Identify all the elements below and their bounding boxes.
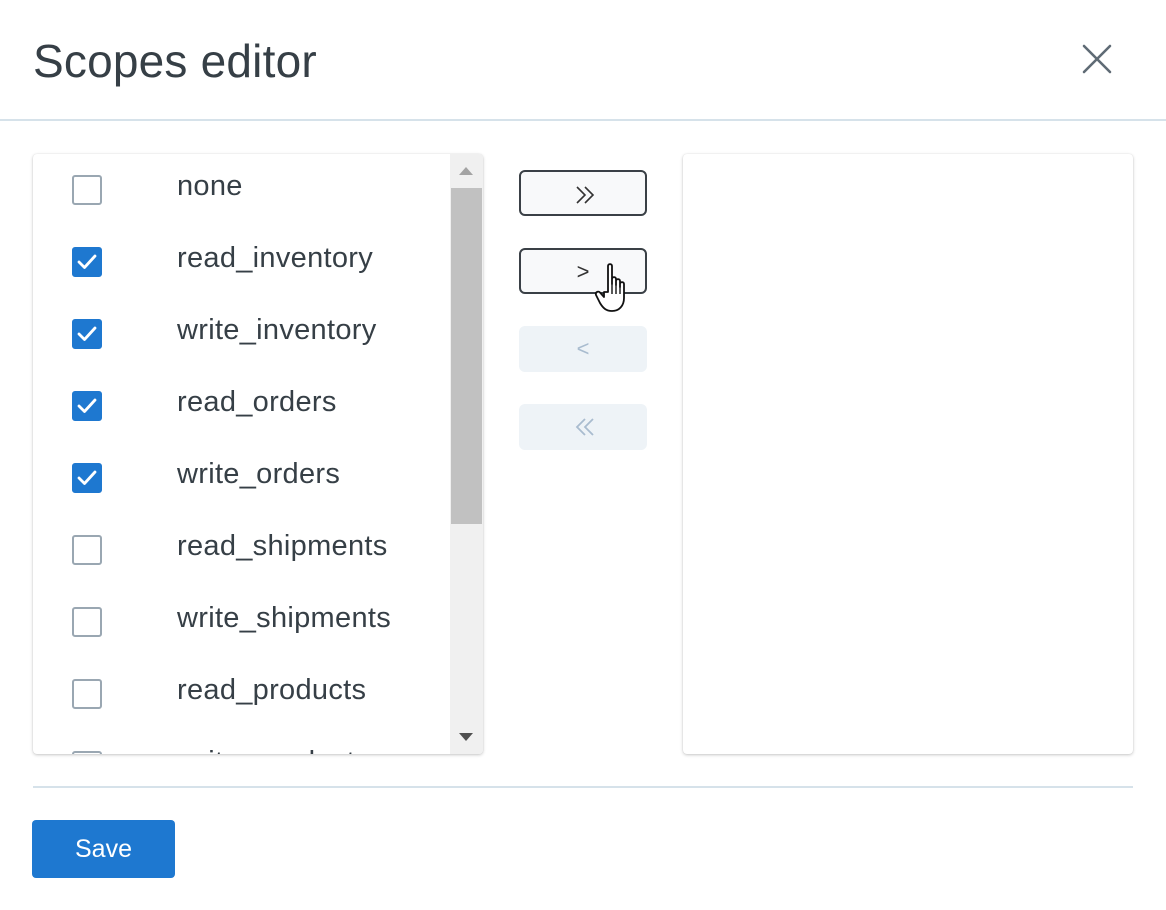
double-chevron-right-icon — [576, 186, 595, 204]
scope-checkbox[interactable] — [72, 391, 102, 421]
scope-checkbox[interactable] — [72, 751, 102, 754]
scope-label: read_products — [177, 674, 367, 706]
scroll-thumb[interactable] — [451, 188, 482, 524]
save-button[interactable]: Save — [32, 820, 175, 878]
scroll-up-button[interactable] — [450, 154, 483, 188]
dialog-header: Scopes editor — [0, 0, 1166, 121]
move-all-right-button[interactable] — [519, 170, 647, 216]
list-item[interactable]: read_products — [33, 658, 450, 730]
move-all-left-button[interactable] — [519, 404, 647, 450]
scope-label: read_inventory — [177, 242, 374, 274]
scope-label: write_products — [177, 746, 370, 754]
scope-label: read_orders — [177, 386, 337, 418]
footer-divider — [33, 786, 1133, 788]
scope-label: write_orders — [177, 458, 341, 490]
available-scopes-list: none read_inventory write_inventory read_or… — [33, 154, 483, 754]
move-left-button[interactable]: < — [519, 326, 647, 372]
list-item[interactable]: read_shipments — [33, 514, 450, 586]
close-button[interactable] — [1076, 38, 1118, 80]
list-item[interactable]: write_inventory — [33, 298, 450, 370]
checkmark-icon — [77, 254, 97, 269]
available-scopes-viewport: none read_inventory write_inventory read_or… — [33, 154, 450, 754]
scope-checkbox[interactable] — [72, 175, 102, 205]
scrollbar[interactable] — [450, 154, 483, 754]
checkmark-icon — [77, 470, 97, 485]
close-icon — [1082, 44, 1112, 74]
scope-label: write_shipments — [177, 602, 392, 634]
scope-checkbox[interactable] — [72, 463, 102, 493]
scope-label: write_inventory — [177, 314, 377, 346]
scope-checkbox[interactable] — [72, 607, 102, 637]
scope-label: read_shipments — [177, 530, 388, 562]
scroll-up-arrow-icon — [459, 167, 473, 175]
list-item[interactable]: read_inventory — [33, 226, 450, 298]
scope-checkbox[interactable] — [72, 319, 102, 349]
checkmark-icon — [77, 398, 97, 413]
move-left-label: < — [576, 336, 590, 361]
list-item[interactable]: read_orders — [33, 370, 450, 442]
page-title: Scopes editor — [33, 35, 317, 87]
scroll-down-button[interactable] — [450, 720, 483, 754]
list-item[interactable]: write_orders — [33, 442, 450, 514]
list-item[interactable]: none — [33, 154, 450, 226]
scope-checkbox[interactable] — [72, 247, 102, 277]
scope-label: none — [177, 170, 243, 202]
list-item[interactable]: write_shipments — [33, 586, 450, 658]
move-right-label: > — [576, 259, 590, 284]
checkmark-icon — [77, 326, 97, 341]
scope-checkbox[interactable] — [72, 679, 102, 709]
move-right-button[interactable]: > — [519, 248, 647, 294]
list-item[interactable]: write_products — [33, 730, 450, 754]
scope-checkbox[interactable] — [72, 535, 102, 565]
scroll-down-arrow-icon — [459, 733, 473, 741]
double-chevron-left-icon — [575, 418, 594, 436]
selected-scopes-list — [683, 154, 1133, 754]
